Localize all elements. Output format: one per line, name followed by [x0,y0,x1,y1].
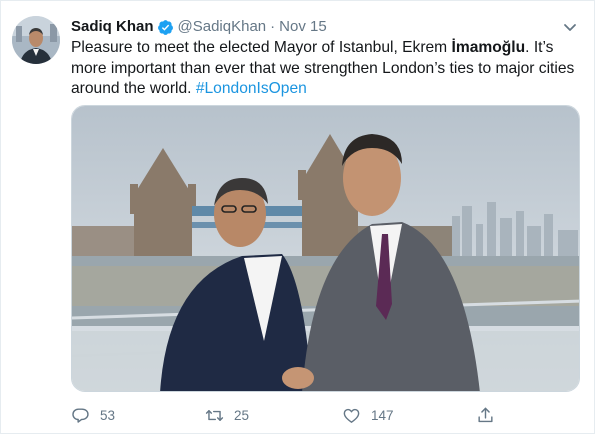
share-button[interactable] [476,404,495,426]
header-separator: · [270,18,276,35]
tweet-date[interactable]: Nov 15 [279,17,327,37]
share-icon [478,407,493,422]
like-button[interactable]: 147 [342,404,394,426]
mention-name: İmamoğlu [451,39,526,56]
like-count: 147 [371,407,394,423]
heart-icon [343,408,360,423]
display-name[interactable]: Sadiq Khan [71,17,154,37]
avatar[interactable] [12,16,60,64]
reply-button[interactable]: 53 [71,404,115,426]
hashtag-link[interactable]: #LondonIsOpen [196,80,307,97]
tweet-text-part: Pleasure to meet the elected Mayor of Is… [71,39,452,56]
verified-badge-icon [157,19,174,36]
retweet-button[interactable]: 25 [205,404,249,426]
chevron-down-icon[interactable] [561,18,579,36]
tweet-header: Sadiq Khan @SadiqKhan · Nov 15 [71,16,327,38]
tweet-photo[interactable] [71,105,580,392]
tweet-card[interactable]: Sadiq Khan @SadiqKhan · Nov 15 Pleasure … [0,0,595,434]
tweet-text: Pleasure to meet the elected Mayor of Is… [71,38,576,100]
retweet-icon [205,409,224,421]
user-handle[interactable]: @SadiqKhan [178,17,267,37]
tweet-actions: 53 25 147 [71,404,531,426]
reply-icon [72,407,89,423]
retweet-count: 25 [234,407,250,423]
reply-count: 53 [100,407,116,423]
